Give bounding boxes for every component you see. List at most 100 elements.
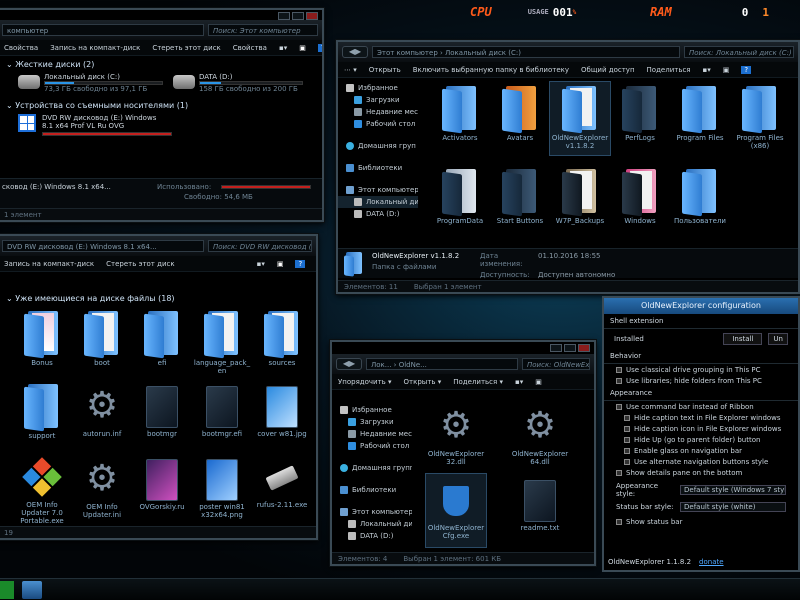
opt-classic-drive-grouping[interactable]: Use classical drive grouping in This PC bbox=[604, 364, 798, 375]
nav-homegroup[interactable]: Домашняя групп bbox=[332, 462, 412, 474]
close-button[interactable] bbox=[306, 12, 318, 20]
file-oldnewexplorer32[interactable]: ⚙ OldNewExplorer32.dll bbox=[426, 400, 486, 473]
dvd-drive[interactable]: DVD RW дисковод (E:) Windows 8.1 x64 Pro… bbox=[0, 114, 322, 136]
minimize-button[interactable] bbox=[550, 344, 562, 352]
nav-favorites[interactable]: Избранное bbox=[332, 404, 412, 416]
file-oem-info-exe[interactable]: OEM Info Updater 7.0 Portable.exe bbox=[12, 453, 72, 526]
folder-support[interactable]: support bbox=[12, 380, 72, 453]
install-button[interactable]: Install bbox=[723, 333, 763, 345]
opt-show-status-bar[interactable]: Show status bar bbox=[604, 516, 798, 527]
file-ovgorskiy[interactable]: OVGorskiy.ru bbox=[132, 453, 192, 526]
nav-downloads[interactable]: Загрузки bbox=[338, 94, 418, 106]
checkbox[interactable] bbox=[624, 458, 630, 465]
opt-hide-up-button[interactable]: Hide Up (go to parent folder) button bbox=[604, 434, 798, 445]
folder-perflogs[interactable]: PerfLogs bbox=[610, 82, 670, 155]
view-options-icon[interactable]: ▪▾ bbox=[279, 44, 287, 52]
file-poster[interactable]: poster win81 x32x64.png bbox=[192, 453, 252, 526]
folder-boot[interactable]: boot bbox=[72, 307, 132, 380]
opt-hide-caption-text[interactable]: Hide caption text in File Explorer windo… bbox=[604, 412, 798, 423]
search-input[interactable]: Поиск: OldNewExpl... bbox=[522, 358, 590, 370]
folder-avatars[interactable]: Avatars bbox=[490, 82, 550, 155]
file-oem-info-ini[interactable]: ⚙ OEM Info Updater.ini bbox=[72, 453, 132, 526]
taskbar-explorer-button[interactable] bbox=[22, 581, 42, 599]
preview-pane-icon[interactable]: ▣ bbox=[535, 378, 542, 386]
drive-c[interactable]: Локальный диск (C:) 73,3 ГБ свободно из … bbox=[18, 73, 163, 93]
help-icon[interactable]: ? bbox=[741, 65, 752, 74]
view-options-icon[interactable]: ▪▾ bbox=[515, 378, 523, 386]
cmd-properties[interactable]: Свойства bbox=[4, 44, 38, 52]
cmd-burn-disc[interactable]: Запись на компакт-диск bbox=[50, 44, 140, 52]
nav-recent[interactable]: Недавние места bbox=[332, 428, 412, 440]
organize-menu[interactable]: Упорядочить ▾ bbox=[338, 378, 392, 386]
cmd-open[interactable]: Открыть ▾ bbox=[404, 378, 442, 386]
nav-local-disk[interactable]: Локальный диск bbox=[338, 196, 418, 208]
folder-sources[interactable]: sources bbox=[252, 307, 312, 380]
cmd-share-with[interactable]: Поделиться bbox=[647, 66, 691, 74]
file-readme[interactable]: readme.txt bbox=[510, 474, 570, 547]
folder-w7p-backups[interactable]: W7P_Backups bbox=[550, 165, 610, 238]
nav-desktop[interactable]: Рабочий стол bbox=[338, 118, 418, 130]
cmd-erase-disc[interactable]: Стереть этот диск bbox=[152, 44, 220, 52]
nav-homegroup[interactable]: Домашняя груп bbox=[338, 140, 418, 152]
cmd-share[interactable]: Общий доступ bbox=[581, 66, 635, 74]
nav-recent[interactable]: Недавние мест bbox=[338, 106, 418, 118]
folder-program-files[interactable]: Program Files bbox=[670, 82, 730, 155]
nav-data-d[interactable]: DATA (D:) bbox=[332, 530, 412, 542]
checkbox[interactable] bbox=[624, 436, 630, 443]
search-input[interactable]: Поиск: DVD RW дисковод (E:) Windo... bbox=[208, 240, 312, 252]
nav-libraries[interactable]: Библиотеки bbox=[332, 484, 412, 496]
file-cover[interactable]: cover w81.jpg bbox=[252, 380, 312, 453]
view-options-icon[interactable]: ▪▾ bbox=[703, 66, 711, 74]
folder-bonus[interactable]: Bonus bbox=[12, 307, 72, 380]
preview-pane-icon[interactable]: ▣ bbox=[299, 44, 306, 52]
checkbox[interactable] bbox=[616, 366, 622, 373]
nav-libraries[interactable]: Библиотеки bbox=[338, 162, 418, 174]
search-input[interactable]: Поиск: Локальный диск (C:) bbox=[684, 46, 794, 58]
folder-program-files-x86[interactable]: Program Files (x86) bbox=[730, 82, 790, 155]
cmd-erase-disc[interactable]: Стереть этот диск bbox=[106, 260, 174, 268]
checkbox[interactable] bbox=[624, 425, 630, 432]
preview-pane-icon[interactable]: ▣ bbox=[277, 260, 284, 268]
address-bar[interactable]: компьютер bbox=[2, 24, 204, 36]
opt-alt-nav-buttons[interactable]: Use alternate navigation buttons style bbox=[604, 456, 798, 467]
uninstall-button[interactable]: Un bbox=[768, 333, 788, 345]
checkbox[interactable] bbox=[616, 403, 622, 410]
nav-desktop[interactable]: Рабочий стол bbox=[332, 440, 412, 452]
cmd-include-library[interactable]: Включить выбранную папку в библиотеку bbox=[413, 66, 569, 74]
folder-activators[interactable]: Activators bbox=[430, 82, 490, 155]
opt-use-libraries[interactable]: Use libraries; hide folders from This PC bbox=[604, 375, 798, 386]
checkbox[interactable] bbox=[616, 518, 622, 525]
address-bar[interactable]: Этот компьютер › Локальный диск (C:) bbox=[372, 46, 680, 58]
close-button[interactable] bbox=[578, 344, 590, 352]
start-button[interactable] bbox=[0, 581, 14, 599]
file-oldnewexplorer64[interactable]: ⚙ OldNewExplorer64.dll bbox=[510, 400, 570, 473]
preview-pane-icon[interactable]: ▣ bbox=[723, 66, 730, 74]
minimize-button[interactable] bbox=[278, 12, 290, 20]
file-bootmgr[interactable]: bootmgr bbox=[132, 380, 192, 453]
help-icon[interactable]: ? bbox=[295, 259, 306, 268]
checkbox[interactable] bbox=[624, 414, 630, 421]
folder-efi[interactable]: efi bbox=[132, 307, 192, 380]
cmd-properties-2[interactable]: Свойства bbox=[233, 44, 267, 52]
nav-data-d[interactable]: DATA (D:) bbox=[338, 208, 418, 220]
file-bootmgr-efi[interactable]: bootmgr.efi bbox=[192, 380, 252, 453]
maximize-button[interactable] bbox=[292, 12, 304, 20]
folder-oldnewexplorer[interactable]: OldNewExplorer v1.1.8.2 bbox=[549, 81, 611, 156]
cmd-share[interactable]: Поделиться ▾ bbox=[453, 378, 503, 386]
opt-glass-nav-bar[interactable]: Enable glass on navigation bar bbox=[604, 445, 798, 456]
file-autorun[interactable]: ⚙ autorun.inf bbox=[72, 380, 132, 453]
view-options-icon[interactable]: ▪▾ bbox=[257, 260, 265, 268]
drive-d[interactable]: DATA (D:) 158 ГБ свободно из 200 ГБ bbox=[173, 73, 303, 93]
nav-downloads[interactable]: Загрузки bbox=[332, 416, 412, 428]
opt-command-bar[interactable]: Use command bar instead of Ribbon bbox=[604, 401, 798, 412]
folder-windows[interactable]: Windows bbox=[610, 165, 670, 238]
maximize-button[interactable] bbox=[564, 344, 576, 352]
organize-menu[interactable]: ⋯ ▾ bbox=[344, 66, 357, 74]
status-bar-style-select[interactable]: Default style (white) bbox=[680, 502, 786, 512]
appearance-style-select[interactable]: Default style (Windows 7 style / skin st… bbox=[680, 485, 786, 495]
file-oldnewexplorer-cfg[interactable]: OldNewExplorerCfg.exe bbox=[425, 473, 487, 548]
nav-this-pc[interactable]: Этот компьютер bbox=[332, 506, 412, 518]
back-forward-button[interactable]: ◀▶ bbox=[342, 46, 368, 58]
checkbox[interactable] bbox=[616, 469, 622, 476]
checkbox[interactable] bbox=[624, 447, 630, 454]
